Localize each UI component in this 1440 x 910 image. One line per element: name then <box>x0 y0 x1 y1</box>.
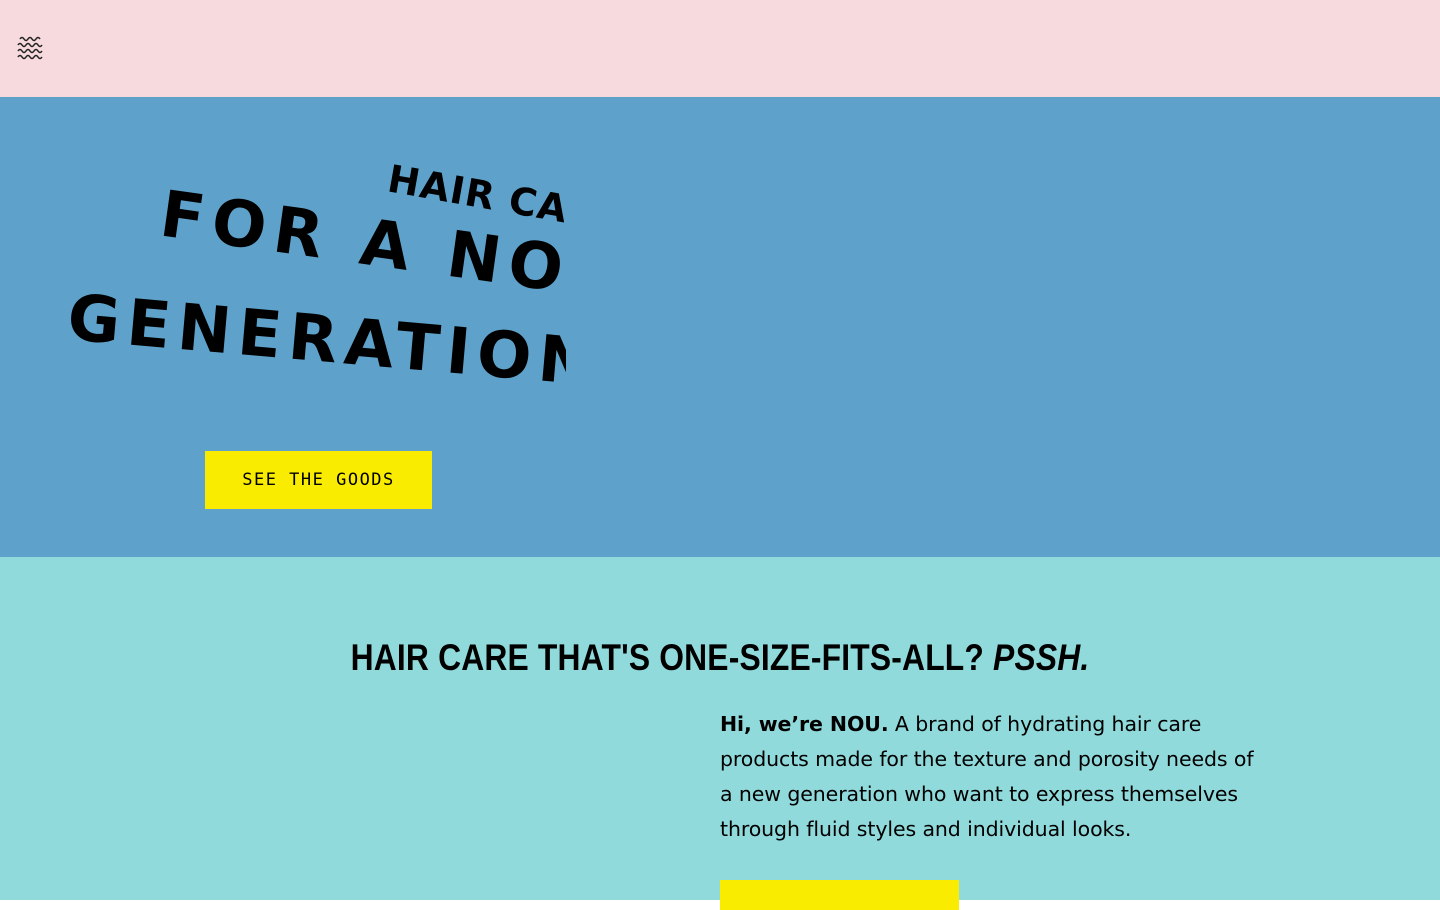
waves-menu-icon <box>17 36 43 60</box>
menu-button[interactable] <box>14 31 48 65</box>
about-section: HAIR CARE THAT'S ONE-SIZE-FITS-ALL? PSSH… <box>0 557 1440 910</box>
hero-logo: HAIR CARE FOR A NOU GENERATION <box>66 157 566 390</box>
about-heading: HAIR CARE THAT'S ONE-SIZE-FITS-ALL? PSSH… <box>101 637 1339 679</box>
about-cta-button[interactable] <box>720 880 959 910</box>
hero-section: HAIR CARE FOR A NOU GENERATION SEE THE G… <box>0 97 1440 557</box>
see-the-goods-button[interactable]: SEE THE GOODS <box>205 451 432 509</box>
about-heading-emphasis: PSSH. <box>993 637 1090 678</box>
top-bar <box>0 0 1440 97</box>
about-intro: Hi, we’re NOU. A brand of hydrating hair… <box>720 707 1265 847</box>
about-intro-bold: Hi, we’re NOU. <box>720 712 889 736</box>
about-heading-main: HAIR CARE THAT'S ONE-SIZE-FITS-ALL? <box>350 637 994 678</box>
